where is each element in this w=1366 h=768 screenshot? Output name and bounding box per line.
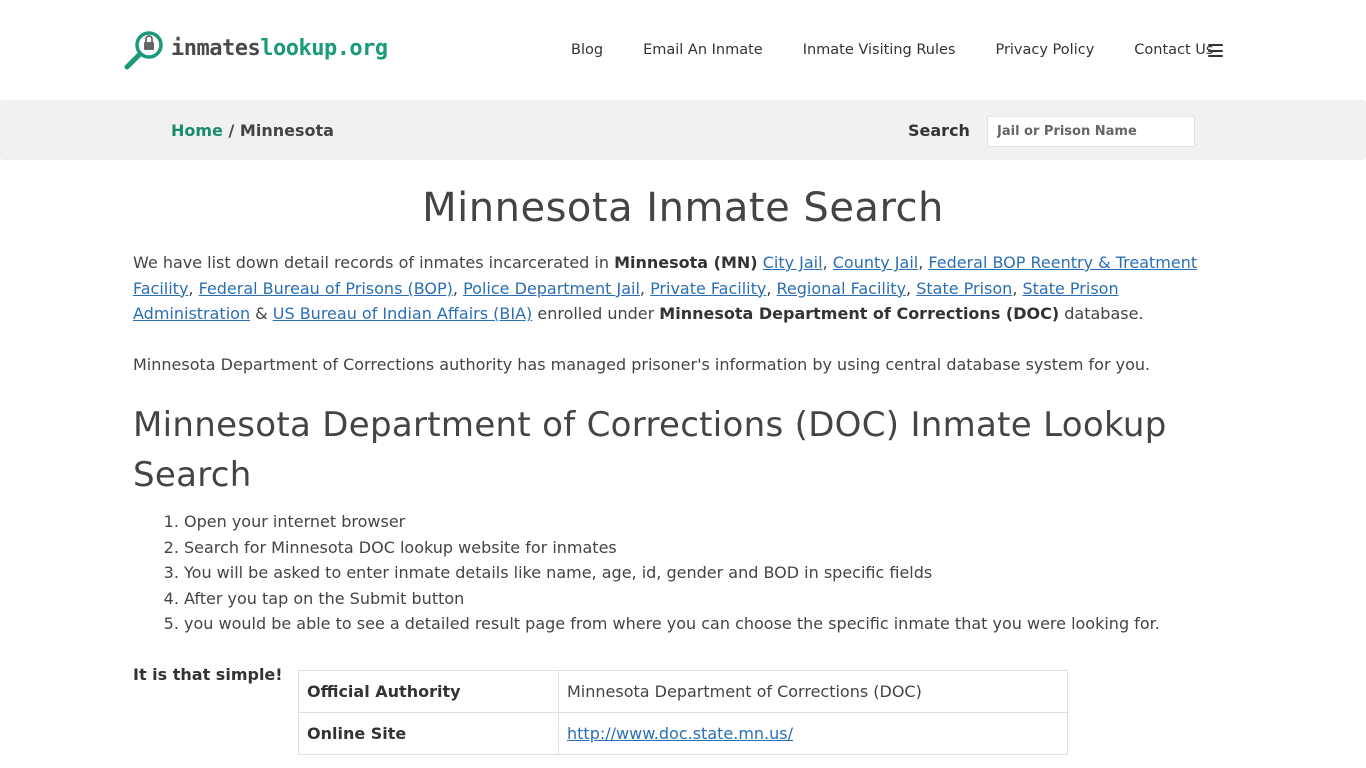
main-content: Minnesota Inmate Search We have list dow… — [133, 180, 1233, 687]
search-input[interactable] — [987, 116, 1195, 147]
table-value: http://www.doc.state.mn.us/ — [558, 712, 1068, 755]
main-nav: Blog Email An Inmate Inmate Visiting Rul… — [571, 40, 1253, 60]
list-item: Open your internet browser — [184, 509, 1233, 535]
breadcrumb-home[interactable]: Home — [171, 121, 223, 140]
magnifier-lock-icon — [124, 31, 163, 70]
nav-inmate-visiting-rules[interactable]: Inmate Visiting Rules — [803, 40, 956, 60]
hamburger-menu-icon[interactable] — [1208, 44, 1223, 57]
list-item: you would be able to see a detailed resu… — [184, 611, 1233, 637]
search-label: Search — [908, 121, 970, 140]
link-private-facility[interactable]: Private Facility — [650, 279, 766, 298]
breadcrumb-current: Minnesota — [239, 121, 334, 140]
intro-paragraph: We have list down detail records of inma… — [133, 253, 1198, 323]
list-item: After you tap on the Submit button — [184, 586, 1233, 612]
nav-contact-us[interactable]: Contact Us — [1134, 40, 1213, 60]
link-city-jail[interactable]: City Jail — [763, 253, 823, 272]
link-federal-bureau-of-prisons[interactable]: Federal Bureau of Prisons (BOP) — [199, 279, 453, 298]
site-logo[interactable]: inmateslookup.org — [123, 30, 388, 70]
online-site-link[interactable]: http://www.doc.state.mn.us/ — [567, 724, 793, 743]
state-name: Minnesota (MN) — [614, 253, 758, 272]
table-row: Online Site http://www.doc.state.mn.us/ — [298, 712, 1068, 755]
doc-name: Minnesota Department of Corrections (DOC… — [659, 304, 1060, 323]
link-state-prison[interactable]: State Prison — [916, 279, 1012, 298]
steps-list: Open your internet browser Search for Mi… — [133, 509, 1233, 637]
table-row: Official Authority Minnesota Department … — [298, 670, 1068, 713]
link-police-department-jail[interactable]: Police Department Jail — [463, 279, 640, 298]
link-us-bureau-of-indian-affairs[interactable]: US Bureau of Indian Affairs (BIA) — [273, 304, 533, 323]
logo-text: inmateslookup.org — [171, 35, 388, 61]
breadcrumb-separator: / — [228, 121, 235, 140]
nav-privacy-policy[interactable]: Privacy Policy — [995, 40, 1094, 60]
site-header: inmateslookup.org Blog Email An Inmate I… — [0, 0, 1366, 100]
nav-blog[interactable]: Blog — [571, 40, 603, 60]
page-title: Minnesota Inmate Search — [422, 185, 944, 231]
table-key: Official Authority — [298, 670, 559, 713]
link-regional-facility[interactable]: Regional Facility — [777, 279, 907, 298]
table-key: Online Site — [298, 712, 559, 755]
table-value: Minnesota Department of Corrections (DOC… — [558, 670, 1068, 713]
list-item: Search for Minnesota DOC lookup website … — [184, 535, 1233, 561]
note-paragraph: Minnesota Department of Corrections auth… — [133, 354, 1151, 374]
breadcrumb: Home / Minnesota — [171, 120, 334, 142]
nav-email-an-inmate[interactable]: Email An Inmate — [643, 40, 763, 60]
info-table: Official Authority Minnesota Department … — [298, 670, 1068, 755]
list-item: You will be asked to enter inmate detail… — [184, 560, 1233, 586]
section-heading: Minnesota Department of Corrections (DOC… — [133, 405, 1167, 495]
link-county-jail[interactable]: County Jail — [833, 253, 918, 272]
